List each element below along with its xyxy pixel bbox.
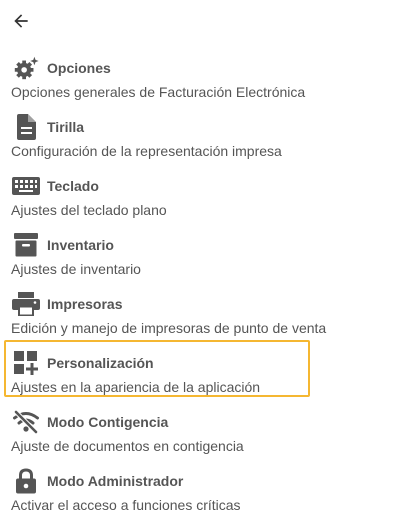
archive-box-icon (12, 232, 40, 258)
menu-item-personalizacion[interactable]: Personalización Ajustes en la apariencia… (0, 340, 420, 406)
document-icon (12, 114, 40, 140)
printer-icon (12, 291, 40, 317)
menu-item-teclado[interactable]: Teclado Ajustes del teclado plano (0, 170, 420, 229)
settings-menu: Opciones Opciones generales de Facturaci… (0, 52, 420, 521)
menu-item-title: Modo Contigencia (47, 414, 169, 430)
menu-item-description: Edición y manejo de impresoras de punto … (11, 320, 327, 336)
menu-item-modo-administrador[interactable]: Modo Administrador Activar el acceso a f… (0, 465, 420, 521)
menu-item-title: Modo Administrador (47, 473, 184, 489)
menu-item-title: Tirilla (47, 119, 85, 135)
menu-item-title: Impresoras (47, 296, 123, 312)
menu-item-description: Configuración de la representación impre… (11, 143, 282, 159)
menu-item-title: Opciones (47, 60, 111, 76)
menu-item-description: Ajuste de documentos en contigencia (11, 438, 244, 454)
menu-item-description: Ajustes en la apariencia de la aplicació… (11, 379, 261, 395)
settings-screen: Opciones Opciones generales de Facturaci… (0, 0, 420, 521)
gears-sparkle-icon (12, 55, 40, 81)
menu-item-inventario[interactable]: Inventario Ajustes de inventario (0, 229, 420, 288)
menu-item-description: Ajustes del teclado plano (11, 202, 167, 218)
menu-item-description: Activar el acceso a funciones críticas (11, 497, 241, 513)
menu-item-impresoras[interactable]: Impresoras Edición y manejo de impresora… (0, 288, 420, 347)
back-button[interactable] (10, 10, 32, 32)
lock-icon (12, 468, 40, 494)
wifi-off-icon (12, 409, 40, 435)
menu-item-title: Personalización (47, 355, 154, 371)
keyboard-icon (12, 173, 40, 199)
menu-item-opciones[interactable]: Opciones Opciones generales de Facturaci… (0, 52, 420, 111)
menu-item-description: Opciones generales de Facturación Electr… (11, 84, 306, 100)
menu-item-modo-contigencia[interactable]: Modo Contigencia Ajuste de documentos en… (0, 406, 420, 465)
menu-item-description: Ajustes de inventario (11, 261, 141, 277)
menu-item-tirilla[interactable]: Tirilla Configuración de la representaci… (0, 111, 420, 170)
arrow-left-icon (14, 14, 28, 28)
dashboard-customize-icon (12, 350, 40, 376)
menu-item-title: Teclado (47, 178, 99, 194)
menu-item-title: Inventario (47, 237, 114, 253)
